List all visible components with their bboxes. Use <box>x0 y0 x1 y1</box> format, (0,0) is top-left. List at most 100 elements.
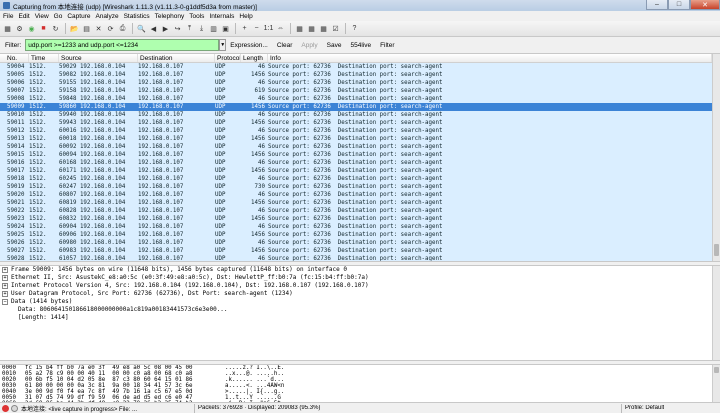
packet-row[interactable]: 59025 1512. 60906 192.168.0.104 192.168.0.1… <box>0 231 712 239</box>
packet-details-tree[interactable]: + Frame 59009: 1456 bytes on wire (11648 … <box>0 266 712 362</box>
expand-icon[interactable]: + <box>2 275 8 281</box>
menu-file[interactable]: File <box>3 13 13 20</box>
column-header-destination[interactable]: Destination <box>138 54 215 62</box>
print-icon[interactable]: ⎙ <box>117 23 128 34</box>
help-icon[interactable]: ? <box>349 23 360 34</box>
column-header-time[interactable]: Time <box>29 54 59 62</box>
detail-tree-item[interactable]: − Data (1414 bytes) <box>0 298 712 306</box>
packet-row[interactable]: 59010 1512. 59940 192.168.0.104 192.168.0.1… <box>0 111 712 119</box>
options-icon[interactable]: ⚙ <box>14 23 25 34</box>
first-icon[interactable]: ⤒ <box>184 23 195 34</box>
apply-button[interactable]: Apply <box>301 42 317 49</box>
zoom-in-icon[interactable]: + <box>239 23 250 34</box>
bytes-scroll-thumb[interactable] <box>714 367 719 373</box>
packet-row[interactable]: 59013 1512. 60018 192.168.0.104 192.168.0.1… <box>0 135 712 143</box>
packet-row[interactable]: 59026 1512. 60980 192.168.0.104 192.168.0.1… <box>0 239 712 247</box>
detail-tree-item[interactable]: + Ethernet II, Src: AsustekC_e8:a0:5c (e0… <box>0 274 712 282</box>
normal-size-icon[interactable]: 1:1 <box>263 23 274 34</box>
packet-row[interactable]: 59019 1512. 60247 192.168.0.104 192.168.0.1… <box>0 183 712 191</box>
packet-row-selected[interactable]: 59009 1512. 59860 192.168.0.104 192.168.0.1… <box>0 103 712 111</box>
column-header-info[interactable]: Info <box>268 54 712 62</box>
display-filter-input[interactable]: udp.port >=1233 and udp.port <=1234 <box>25 39 220 51</box>
packet-row[interactable]: 59016 1512. 60168 192.168.0.104 192.168.0.1… <box>0 159 712 167</box>
restart-icon[interactable]: ↻ <box>50 23 61 34</box>
column-header-length[interactable]: Length <box>241 54 268 62</box>
expression-button[interactable]: Expression... <box>230 42 268 49</box>
packet-row[interactable]: 59022 1512. 60828 192.168.0.104 192.168.0.1… <box>0 207 712 215</box>
packet-row[interactable]: 59027 1512. 60983 192.168.0.104 192.168.0.1… <box>0 247 712 255</box>
filter-history-dropdown[interactable]: ▼ <box>219 39 227 51</box>
goto-icon[interactable]: ↪ <box>172 23 183 34</box>
packet-row[interactable]: 59005 1512. 59082 192.168.0.104 192.168.0.1… <box>0 71 712 79</box>
zoom-out-icon[interactable]: − <box>251 23 262 34</box>
expand-icon[interactable]: + <box>2 283 8 289</box>
packet-row[interactable]: 59018 1512. 60245 192.168.0.104 192.168.0.1… <box>0 175 712 183</box>
bytes-scrollbar[interactable] <box>712 365 720 402</box>
packet-row[interactable]: 59014 1512. 60092 192.168.0.104 192.168.0.1… <box>0 143 712 151</box>
detail-tree-item[interactable]: + Internet Protocol Version 4, Src: 192.1… <box>0 282 712 290</box>
packet-row[interactable]: 59021 1512. 60819 192.168.0.104 192.168.0.1… <box>0 199 712 207</box>
menu-tools[interactable]: Tools <box>189 13 204 20</box>
packet-row[interactable]: 59006 1512. 59155 192.168.0.104 192.168.0.1… <box>0 79 712 87</box>
packet-list-scroll-thumb[interactable] <box>714 244 719 256</box>
save-icon[interactable]: ▤ <box>81 23 92 34</box>
detail-field[interactable]: [Length: 1414] <box>0 314 712 322</box>
menu-view[interactable]: View <box>35 13 49 20</box>
save-filter-button[interactable]: Save <box>327 42 342 49</box>
menu-statistics[interactable]: Statistics <box>124 13 150 20</box>
packet-row[interactable]: 59008 1512. 59848 192.168.0.104 192.168.0.1… <box>0 95 712 103</box>
packet-row[interactable]: 59017 1512. 60171 192.168.0.104 192.168.0.1… <box>0 167 712 175</box>
clear-button[interactable]: Clear <box>277 42 293 49</box>
menu-telephony[interactable]: Telephony <box>155 13 185 20</box>
find-icon[interactable]: 🔍 <box>136 23 147 34</box>
stop-icon[interactable]: ■ <box>38 23 49 34</box>
coloring-rules-icon[interactable]: ▦ <box>318 23 329 34</box>
expert-info-icon[interactable] <box>2 404 9 412</box>
column-header-no[interactable]: No. <box>0 54 29 62</box>
menu-edit[interactable]: Edit <box>18 13 29 20</box>
profile-text[interactable]: Profile: Default <box>625 405 664 411</box>
autoscroll-icon[interactable]: ▣ <box>220 23 231 34</box>
maximize-button[interactable]: □ <box>668 0 690 10</box>
close-button[interactable]: ✕ <box>690 0 720 10</box>
packet-row[interactable]: 59012 1512. 60016 192.168.0.104 192.168.0.1… <box>0 127 712 135</box>
packet-row[interactable]: 59011 1512. 59943 192.168.0.104 192.168.0.1… <box>0 119 712 127</box>
detail-field[interactable]: Data: 806064150186618000000000a1c819a001… <box>0 306 712 314</box>
menu-capture[interactable]: Capture <box>67 13 90 20</box>
packet-row[interactable]: 59023 1512. 60832 192.168.0.104 192.168.0.1… <box>0 215 712 223</box>
expand-icon[interactable]: + <box>2 291 8 297</box>
saved-filter-554live-button[interactable]: 554live <box>350 42 371 49</box>
open-icon[interactable]: 📂 <box>69 23 80 34</box>
resize-columns-icon[interactable]: ⇔ <box>275 23 286 34</box>
menu-go[interactable]: Go <box>54 13 63 20</box>
packet-row[interactable]: 59007 1512. 59158 192.168.0.104 192.168.0.1… <box>0 87 712 95</box>
colorize-icon[interactable]: ▥ <box>208 23 219 34</box>
collapse-icon[interactable]: − <box>2 299 8 305</box>
capture-comment-icon[interactable] <box>11 404 18 412</box>
reload-icon[interactable]: ⟳ <box>105 23 116 34</box>
preferences-icon[interactable]: ☑ <box>330 23 341 34</box>
last-icon[interactable]: ⤓ <box>196 23 207 34</box>
minimize-button[interactable]: – <box>646 0 668 10</box>
packet-bytes-pane[interactable]: 0000 fc 15 b4 ff b0 7a e0 3f 49 e8 a0 5c … <box>0 365 712 402</box>
menu-help[interactable]: Help <box>239 13 252 20</box>
forward-icon[interactable]: ▶ <box>160 23 171 34</box>
packet-list[interactable]: No. Time Source Destination Protocol Len… <box>0 54 712 261</box>
detail-tree-item[interactable]: + User Datagram Protocol, Src Port: 62736… <box>0 290 712 298</box>
saved-filter-filter-button[interactable]: Filter <box>380 42 394 49</box>
close-file-icon[interactable]: ✕ <box>93 23 104 34</box>
display-filters-icon[interactable]: ▦ <box>306 23 317 34</box>
detail-tree-item[interactable]: + Frame 59009: 1456 bytes on wire (11648 … <box>0 266 712 274</box>
packet-list-scrollbar[interactable] <box>712 54 720 261</box>
menu-analyze[interactable]: Analyze <box>95 13 118 20</box>
back-icon[interactable]: ◀ <box>148 23 159 34</box>
column-header-source[interactable]: Source <box>59 54 138 62</box>
packet-row[interactable]: 59020 1512. 60807 192.168.0.104 192.168.0.1… <box>0 191 712 199</box>
start-icon[interactable]: ◉ <box>26 23 37 34</box>
packet-row[interactable]: 59015 1512. 60094 192.168.0.104 192.168.0.1… <box>0 151 712 159</box>
packet-row[interactable]: 59004 1512. 59029 192.168.0.104 192.168.0.1… <box>0 63 712 71</box>
packet-row[interactable]: 59024 1512. 60904 192.168.0.104 192.168.0.1… <box>0 223 712 231</box>
details-scrollbar[interactable] <box>712 266 720 362</box>
capture-filters-icon[interactable]: ▦ <box>294 23 305 34</box>
column-header-protocol[interactable]: Protocol <box>215 54 241 62</box>
